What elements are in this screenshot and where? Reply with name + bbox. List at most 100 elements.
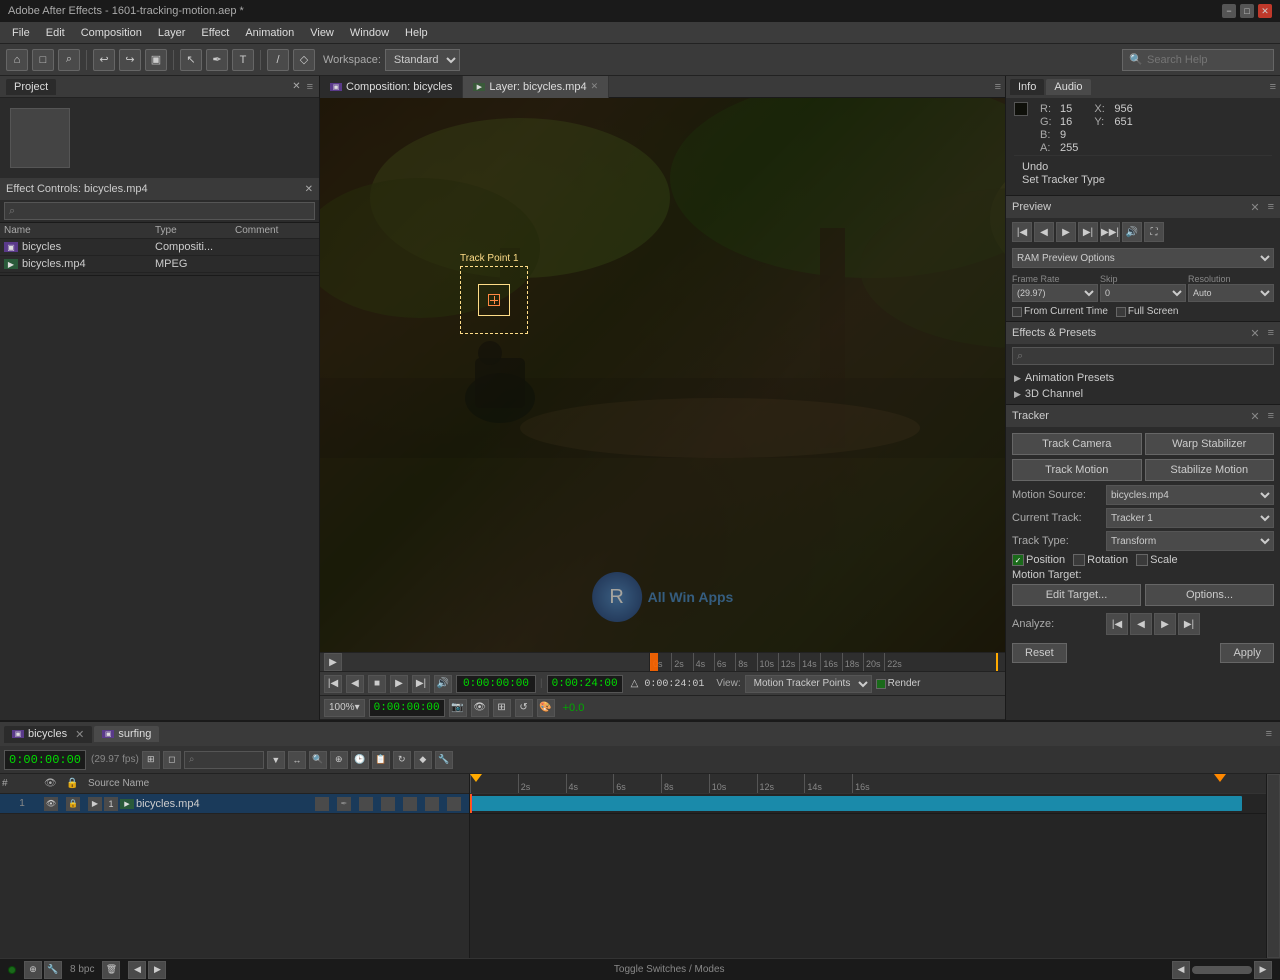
layer-tab-close[interactable]: ✕	[591, 81, 599, 92]
menu-item-window[interactable]: Window	[342, 25, 397, 41]
shape-btn[interactable]: ◇	[293, 49, 315, 71]
position-cb[interactable]: ✓	[1012, 554, 1024, 566]
tl-btn-11[interactable]: 🔧	[435, 751, 453, 769]
layer-expand-btn[interactable]: ▶	[88, 797, 102, 811]
search-help-input[interactable]	[1147, 54, 1267, 66]
timeline-tab-bicycles[interactable]: ▣ bicycles ✕	[4, 726, 92, 743]
tl-btn-8[interactable]: 📋	[372, 751, 390, 769]
tl-btn-1[interactable]: ⊞	[142, 751, 160, 769]
timeline-time-display[interactable]: 0:00:00:00	[4, 750, 86, 770]
preview-first-btn[interactable]: |◀	[1012, 222, 1032, 242]
effects-item-3d-channel[interactable]: ▶ 3D Channel	[1006, 386, 1280, 402]
motion-source-select[interactable]: bicycles.mp4	[1106, 485, 1274, 505]
status-btn-1[interactable]: ◀	[1172, 961, 1190, 979]
layer-s2[interactable]	[359, 797, 373, 811]
info-panel-menu[interactable]: ≡	[1270, 81, 1276, 93]
layer-lock-btn[interactable]: 🔒	[66, 797, 80, 811]
workspace-select[interactable]: Standard	[385, 49, 460, 71]
scroll-thumb[interactable]	[1267, 774, 1280, 958]
viewer-zoom-btn[interactable]: 100% ▾	[324, 699, 365, 717]
audio-btn[interactable]: 🔊	[434, 675, 452, 693]
comp-tab-layer[interactable]: ▶ Layer: bicycles.mp4 ✕	[463, 76, 609, 98]
text-btn[interactable]: T	[232, 49, 254, 71]
menu-item-help[interactable]: Help	[397, 25, 436, 41]
preview-fullscreen-btn[interactable]: ⛶	[1144, 222, 1164, 242]
timeline-tab-surfing[interactable]: ▣ surfing	[94, 726, 159, 742]
redo-btn[interactable]: ↪	[119, 49, 141, 71]
layer-s5[interactable]	[425, 797, 439, 811]
effect-controls-close[interactable]: ✕	[305, 184, 313, 195]
track-motion-btn[interactable]: Track Motion	[1012, 459, 1142, 481]
eye-btn[interactable]: 👁	[471, 699, 489, 717]
pen-btn[interactable]: ✒	[206, 49, 228, 71]
trash-btn[interactable]: 🗑	[102, 961, 120, 979]
layer-pen-btn[interactable]: ✒	[337, 797, 351, 811]
analyze-prev-btn[interactable]: ◀	[1130, 613, 1152, 635]
scale-cb[interactable]	[1136, 554, 1148, 566]
scale-check[interactable]: Scale	[1136, 554, 1178, 566]
minimize-button[interactable]: −	[1222, 4, 1236, 18]
status-btn-2[interactable]: ▶	[1254, 961, 1272, 979]
file-item-surfing[interactable]: ▣ surfing Compositi...	[0, 273, 319, 275]
rotation-cb[interactable]	[1073, 554, 1085, 566]
tl-btn-2[interactable]: ◻	[163, 751, 181, 769]
undo-btn[interactable]: ↩	[93, 49, 115, 71]
tl-btn-6[interactable]: ⊕	[330, 751, 348, 769]
preview-last-btn[interactable]: ▶▶|	[1100, 222, 1120, 242]
menu-item-animation[interactable]: Animation	[237, 25, 302, 41]
menu-item-composition[interactable]: Composition	[73, 25, 150, 41]
play-stop-btn[interactable]: ■	[368, 675, 386, 693]
select-btn[interactable]: ↖	[180, 49, 202, 71]
layer-s6[interactable]	[447, 797, 461, 811]
stabilize-motion-btn[interactable]: Stabilize Motion	[1145, 459, 1275, 481]
skip-select[interactable]: 0	[1100, 284, 1186, 302]
file-item-bicycles-mp4[interactable]: ▶ bicycles.mp4 MPEG	[0, 256, 319, 273]
options-btn[interactable]: Options...	[1145, 584, 1274, 606]
play-first-btn[interactable]: |◀	[324, 675, 342, 693]
grid-btn[interactable]: ⊞	[493, 699, 511, 717]
timeline-layer-bicycles-mp4[interactable]: 1 👁 🔒 ▶ 1 ▶ bicycles.mp4 ✒	[0, 794, 469, 814]
layer-s3[interactable]	[381, 797, 395, 811]
color-btn[interactable]: 🎨	[537, 699, 555, 717]
file-item-bicycles[interactable]: ▣ bicycles Compositi...	[0, 239, 319, 256]
play-prev-btn[interactable]: ◀	[346, 675, 364, 693]
preview-play-btn[interactable]: ▶	[1056, 222, 1076, 242]
from-current-check[interactable]: From Current Time	[1012, 306, 1108, 317]
preview-close[interactable]: ✕	[1250, 201, 1259, 214]
effects-item-animation-presets[interactable]: ▶ Animation Presets	[1006, 370, 1280, 386]
tl-btn-7[interactable]: 🕒	[351, 751, 369, 769]
tl-tab-close-bicycles[interactable]: ✕	[75, 728, 84, 741]
timeline-search-input[interactable]	[184, 751, 264, 769]
position-check[interactable]: ✓ Position	[1012, 554, 1065, 566]
effect-controls-tab[interactable]: Effect Controls: bicycles.mp4 ✕	[0, 178, 319, 200]
status-slider[interactable]	[1192, 966, 1252, 974]
reset-btn[interactable]: Reset	[1012, 643, 1067, 663]
bottom-icon-2[interactable]: 🔧	[44, 961, 62, 979]
bottom-icon-1[interactable]: ⊕	[24, 961, 42, 979]
tl-btn-5[interactable]: 🔍	[309, 751, 327, 769]
tl-btn-9[interactable]: ↻	[393, 751, 411, 769]
view-select[interactable]: Motion Tracker Points	[745, 675, 872, 693]
rotation-check[interactable]: Rotation	[1073, 554, 1128, 566]
layer-vis-btn[interactable]: 👁	[44, 797, 58, 811]
current-time-display[interactable]: 0:00:00:00	[456, 675, 536, 693]
tl-btn-10[interactable]: ◆	[414, 751, 432, 769]
menu-item-effect[interactable]: Effect	[193, 25, 237, 41]
track-bar-bicycles[interactable]	[470, 796, 1242, 811]
reset-btn[interactable]: ↺	[515, 699, 533, 717]
nav-left[interactable]: ◀	[128, 961, 146, 979]
ram-preview-select[interactable]: RAM Preview Options	[1012, 248, 1274, 268]
project-tab[interactable]: Project	[6, 79, 56, 95]
preview-prev-btn[interactable]: ◀	[1034, 222, 1054, 242]
play-last-btn[interactable]: ▶|	[412, 675, 430, 693]
bottom-time-display[interactable]: 0:00:00:00	[369, 699, 445, 717]
ruler-play-btn[interactable]: ▶	[324, 653, 342, 671]
tl-btn-3[interactable]: ▼	[267, 751, 285, 769]
resolution-select[interactable]: Auto	[1188, 284, 1274, 302]
camera-btn[interactable]: 📷	[449, 699, 467, 717]
info-tab-info[interactable]: Info	[1010, 79, 1044, 95]
effects-search-input[interactable]	[1012, 347, 1274, 365]
new-btn[interactable]: □	[32, 49, 54, 71]
render-btn[interactable]: ▣	[145, 49, 167, 71]
effects-menu[interactable]: ≡	[1268, 327, 1274, 339]
